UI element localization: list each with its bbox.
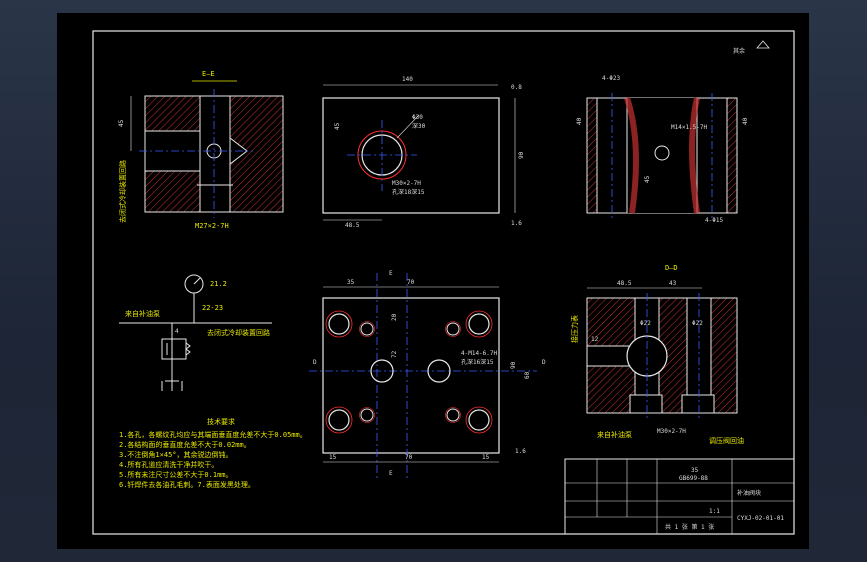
top-roughness: 0.8: [511, 84, 522, 91]
side-dim-right: 40: [742, 117, 749, 125]
plan-finish: 1.6: [515, 448, 526, 455]
section-ee-note: 去闭式冷却装置回路: [118, 160, 127, 223]
technical-requirements: 技术要求 1.各孔，各螺纹孔均应与其端面垂直度允差不大于0.05mm。 2.各结…: [119, 417, 307, 489]
top-dim-width: 140: [402, 76, 413, 83]
tb-drawing-no: CYXJ-02-01-01: [737, 515, 784, 522]
dd-dim-12: 12: [591, 336, 599, 343]
gauge-bottom: 22-23: [202, 304, 223, 312]
plan-holes: 4-M14-6.7H: [461, 350, 498, 357]
tech-req-line-6: 6.钎焊件去各油孔毛刺。7.表面发黑处理。: [119, 480, 255, 489]
dd-label-right: 调压阀回油: [709, 436, 744, 445]
gauge-top: 21.2: [210, 280, 227, 288]
side-bottom-holes: 4-Φ15: [705, 217, 723, 224]
plan-dim-70-top: 70: [407, 279, 415, 286]
dd-label-bottom: 来自补油泵: [597, 430, 632, 439]
plan-hole-depth: 孔深16深15: [461, 358, 494, 366]
top-dim-offset: 48.5: [345, 222, 360, 229]
plan-marker-e-bottom: E: [389, 470, 393, 477]
section-dd-view: D—D 48.5 43 Φ22 Φ22 12 接压力表 来自补油泵 M30×2-…: [570, 264, 744, 445]
top-finish: 1.6: [511, 220, 522, 227]
top-thread: M30×2-7H: [392, 180, 421, 187]
side-dim-left: 40: [576, 117, 583, 125]
side-top-holes: 4-Φ23: [602, 75, 620, 82]
hydraulic-schematic: 21.2 22-23 来自补油泵 去闭式冷却装置回路 4: [119, 274, 272, 391]
top-thread-depth: 孔深18深15: [392, 188, 425, 196]
top-leader-a: Φ30: [412, 114, 423, 121]
title-block: 35 GB699-88 补油阀块 1:1 共 1 张 第 1 张 CYXJ-02…: [564, 458, 795, 535]
top-dim-depth: 45: [334, 122, 341, 130]
dd-dim-43: 43: [669, 280, 677, 287]
dd-label-top: 接压力表: [570, 315, 579, 343]
dd-dia-left: Φ22: [640, 320, 651, 327]
section-ee-title: E—E: [202, 70, 215, 78]
side-thread: M14×1.5-7H: [671, 124, 708, 131]
section-dd-title: D—D: [665, 264, 678, 272]
plan-dim-60: 60: [524, 371, 531, 379]
roughness-symbol: [756, 40, 770, 49]
plan-dim-70-bottom: 70: [405, 454, 413, 461]
dd-thread: M30×2-7H: [657, 428, 686, 435]
section-ee-view: E—E 45 去闭式冷却装置回路 M27×2-7H: [118, 70, 284, 230]
tb-sheet: 共 1 张 第 1 张: [665, 523, 714, 531]
plan-dim-90: 90: [510, 361, 517, 369]
roughness-note: 其余: [733, 47, 745, 55]
top-dim-height: 90: [518, 151, 525, 159]
side-section-view: 4-Φ23 M14×1.5-7H 40 40 45 4-Φ15: [576, 75, 749, 224]
tech-req-title: 技术要求: [207, 417, 235, 426]
plan-dim-15a: 15: [329, 454, 337, 461]
plan-marker-e-top: E: [389, 270, 393, 277]
schematic-line-left: 来自补油泵: [125, 309, 160, 318]
plan-dim-72: 72: [391, 350, 398, 358]
top-view: 140 Φ30 深30 45 90 M30×2-7H 孔深18深15 48.5 …: [322, 76, 525, 229]
tech-req-line-5: 5.所有未注尺寸公差不大于0.1mm。: [119, 470, 233, 479]
tech-req-line-2: 2.各结构面的垂直度允差不大于0.02mm。: [119, 440, 251, 449]
dd-dia-right: Φ22: [692, 320, 703, 327]
tb-scale: 1:1: [709, 508, 720, 515]
plan-dim-35: 35: [347, 279, 355, 286]
plan-marker-d-right: D: [542, 359, 546, 366]
plan-dim-15b: 15: [482, 454, 490, 461]
dd-dim-485: 48.5: [617, 280, 632, 287]
tech-req-line-4: 4.所有孔道应清洗干净并吹干。: [119, 460, 218, 469]
drawing-svg: E—E 45 去闭式冷却装置回路 M27×2-7H 140 Φ30 深30 45…: [92, 30, 795, 535]
tb-part-name: 补油阀块: [737, 489, 761, 497]
section-ee-thread: M27×2-7H: [195, 222, 229, 230]
tech-req-line-1: 1.各孔，各螺纹孔均应与其端面垂直度允差不大于0.05mm。: [119, 430, 307, 439]
schematic-port: 4: [175, 328, 179, 335]
side-dim-mid: 45: [644, 175, 651, 183]
tb-standard: GB699-88: [679, 475, 708, 482]
top-leader-b: 深30: [412, 122, 426, 130]
plan-dim-20: 20: [391, 313, 398, 321]
tb-material: 35: [691, 467, 699, 474]
section-ee-dim-height: 45: [118, 119, 125, 127]
plan-marker-d-left: D: [313, 359, 317, 366]
tech-req-line-3: 3.不注倒角1×45°，其余锐边倒钝。: [119, 450, 233, 459]
plan-view: 35 70 20 72 90 60 4-M14-6.7H 孔深16深15 15 …: [309, 270, 546, 478]
schematic-line-right: 去闭式冷却装置回路: [207, 328, 270, 337]
drawing-canvas[interactable]: E—E 45 去闭式冷却装置回路 M27×2-7H 140 Φ30 深30 45…: [57, 13, 809, 549]
